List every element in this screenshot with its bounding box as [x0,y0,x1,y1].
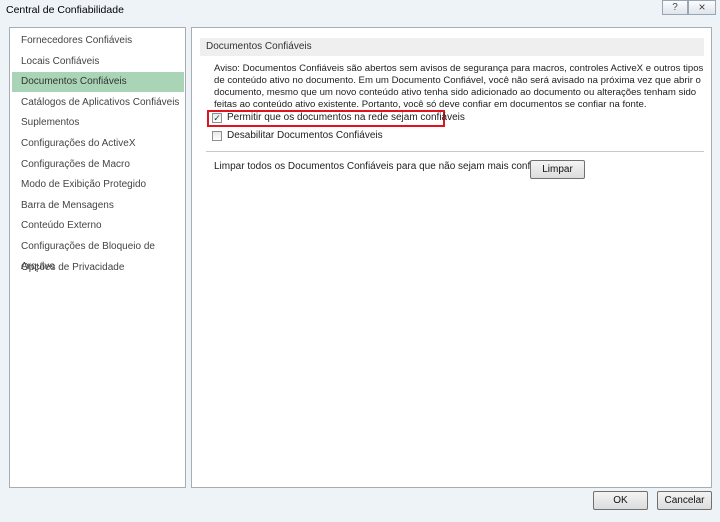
sidebar-item[interactable]: Catálogos de Aplicativos Confiáveis [12,93,184,113]
help-icon[interactable]: ? [662,0,688,15]
warning-text: Aviso: Documentos Confiáveis são abertos… [214,63,704,110]
sidebar-item[interactable]: Opções de Privacidade [12,258,184,278]
ok-button[interactable]: OK [593,491,648,510]
sidebar-item[interactable]: Suplementos [12,113,184,133]
cancel-button[interactable]: Cancelar [657,491,712,510]
section-header: Documentos Confiáveis [200,38,704,56]
clear-button[interactable]: Limpar [530,160,585,179]
divider [206,151,704,152]
disable-label[interactable]: Desabilitar Documentos Confiáveis [227,130,383,141]
sidebar-item[interactable]: Configurações do ActiveX [12,134,184,154]
sidebar-item[interactable]: Configurações de Bloqueio de Arquivo [12,237,184,272]
sidebar-item[interactable]: Conteúdo Externo [12,216,184,236]
clear-text: Limpar todos os Documentos Confiáveis pa… [214,161,556,172]
disable-checkbox[interactable] [212,131,222,141]
window-title: Central de Confiabilidade [6,4,124,16]
close-icon[interactable]: × [688,0,716,15]
allow-network-label[interactable]: Permitir que os documentos na rede sejam… [227,112,465,123]
sidebar-item[interactable]: Configurações de Macro [12,155,184,175]
allow-network-checkbox[interactable]: ✓ [212,113,222,123]
sidebar-item[interactable]: Barra de Mensagens [12,196,184,216]
sidebar-item[interactable]: Modo de Exibição Protegido [12,175,184,195]
main-panel: Documentos Confiáveis Aviso: Documentos … [191,27,712,488]
sidebar: Fornecedores Confiáveis Locais Confiáveis… [9,27,186,488]
sidebar-item[interactable]: Fornecedores Confiáveis [12,31,184,51]
sidebar-item[interactable]: Locais Confiáveis [12,52,184,72]
sidebar-item[interactable]: Documentos Confiáveis [12,72,184,93]
